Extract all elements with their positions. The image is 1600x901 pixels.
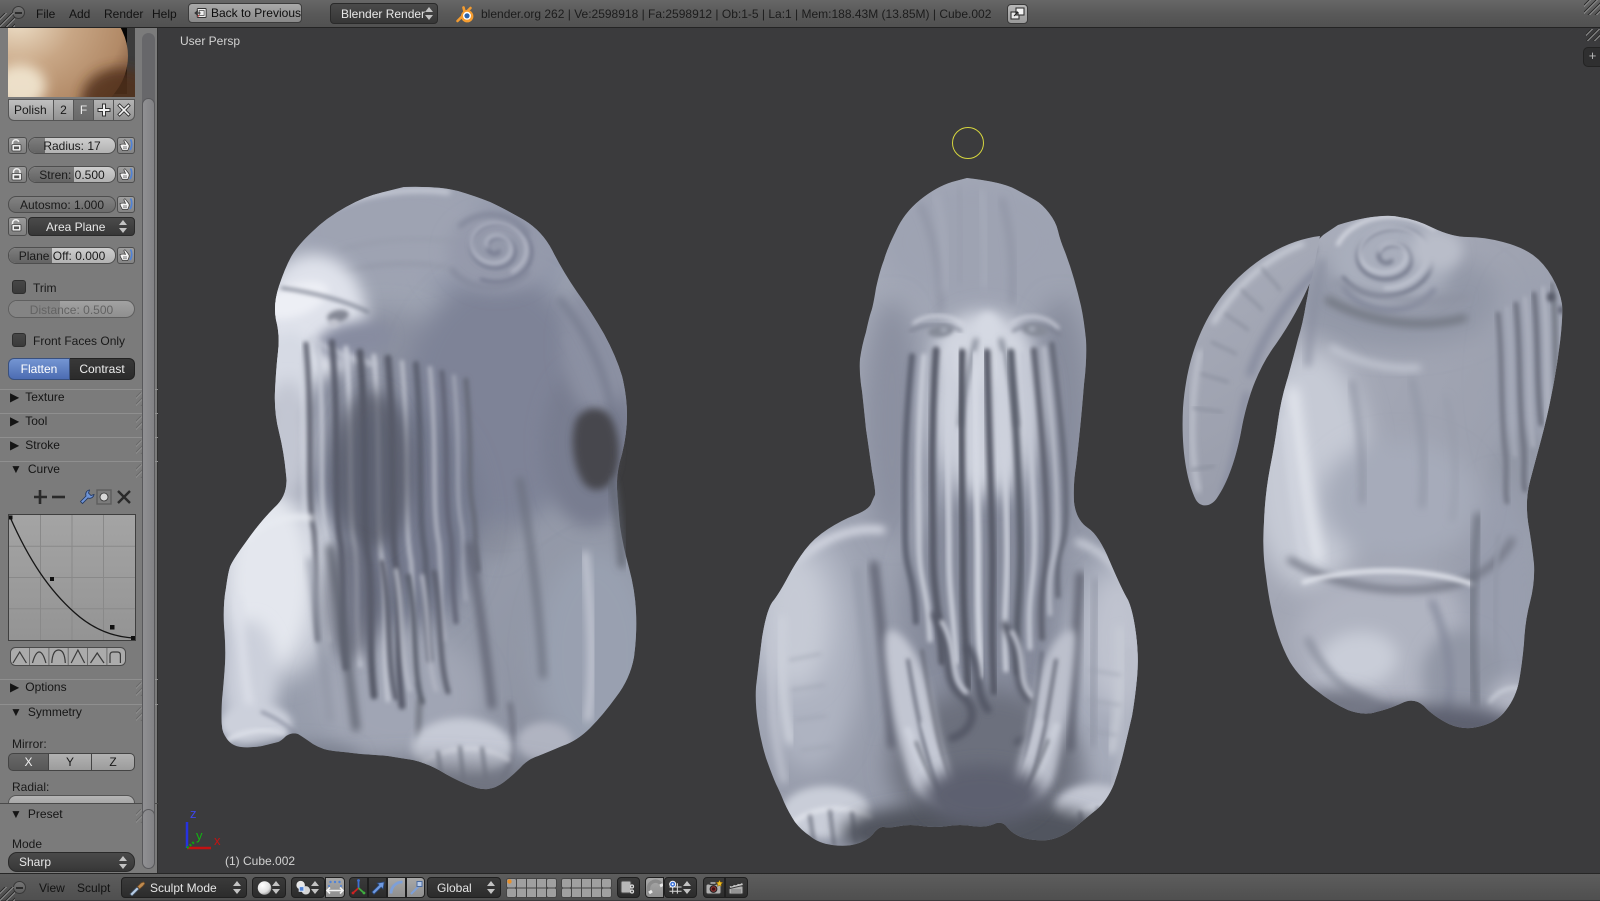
svg-text:y: y: [196, 828, 203, 843]
svg-text:z: z: [190, 806, 197, 821]
svg-text:x: x: [214, 833, 221, 848]
